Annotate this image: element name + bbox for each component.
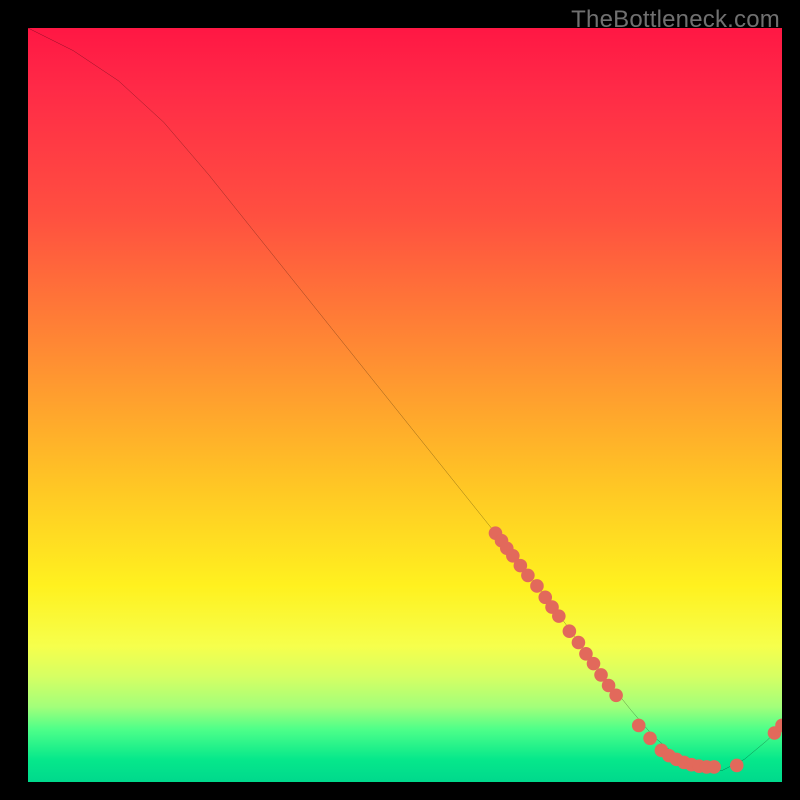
data-point [587,657,601,671]
data-points [489,526,782,773]
data-point [572,636,586,650]
chart-frame: TheBottleneck.com [0,0,800,800]
data-point [707,760,721,774]
data-point [530,579,544,593]
data-point [730,759,744,773]
data-point [521,569,535,583]
data-point [552,609,566,623]
watermark-text: TheBottleneck.com [571,6,780,34]
data-point [632,719,646,733]
data-point [563,624,577,638]
plot-area [28,28,782,782]
bottleneck-curve [28,28,782,771]
chart-svg [28,28,782,782]
data-point [609,689,623,703]
data-point [643,731,657,745]
